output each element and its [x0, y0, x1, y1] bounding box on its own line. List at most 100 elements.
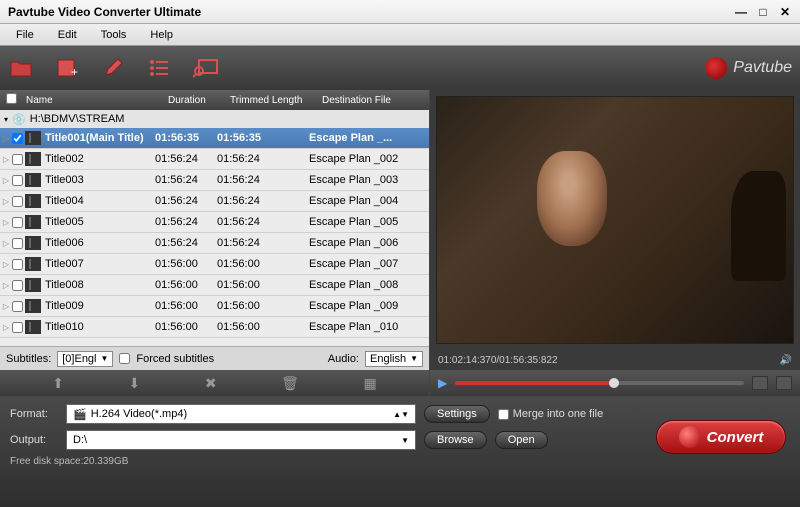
- expand-icon[interactable]: ▷: [0, 302, 12, 311]
- row-destination: Escape Plan _002: [309, 153, 429, 165]
- select-all-checkbox[interactable]: [6, 93, 17, 104]
- row-checkbox[interactable]: [12, 301, 23, 312]
- video-preview[interactable]: [436, 96, 794, 344]
- menu-bar: File Edit Tools Help: [0, 24, 800, 46]
- list-icon[interactable]: [146, 56, 174, 80]
- row-name: Title006: [43, 237, 155, 249]
- convert-button[interactable]: Convert: [656, 420, 786, 454]
- table-row[interactable]: ▷Title00301:56:2401:56:24Escape Plan _00…: [0, 170, 429, 191]
- table-row[interactable]: ▷Title00901:56:0001:56:00Escape Plan _00…: [0, 296, 429, 317]
- expand-icon[interactable]: ▷: [0, 239, 12, 248]
- merge-checkbox[interactable]: [498, 409, 509, 420]
- table-row[interactable]: ▷Title01001:56:0001:56:00Escape Plan _01…: [0, 317, 429, 338]
- expand-icon[interactable]: ▷: [0, 323, 12, 332]
- app-title: Pavtube Video Converter Ultimate: [8, 5, 734, 19]
- expand-icon[interactable]: ▾: [4, 115, 8, 124]
- source-path-row[interactable]: ▾ 💿 H:\BDMV\STREAM: [0, 110, 429, 128]
- row-checkbox[interactable]: [12, 133, 23, 144]
- maximize-button[interactable]: □: [756, 5, 770, 19]
- open-folder-icon-small[interactable]: [776, 376, 792, 390]
- trash-icon[interactable]: 🗑: [281, 375, 299, 392]
- row-trimmed: 01:56:24: [217, 174, 309, 186]
- expand-icon[interactable]: ▷: [0, 176, 12, 185]
- row-duration: 01:56:24: [155, 237, 217, 249]
- format-select[interactable]: 🎬H.264 Video(*.mp4)▲▼: [66, 404, 416, 424]
- seek-bar[interactable]: [455, 381, 744, 385]
- video-clip-icon: [25, 131, 41, 145]
- video-clip-icon: [25, 257, 41, 271]
- row-trimmed: 01:56:00: [217, 300, 309, 312]
- remove-icon[interactable]: ✖: [205, 375, 217, 392]
- col-duration[interactable]: Duration: [168, 95, 230, 106]
- audio-select[interactable]: English▼: [365, 351, 423, 367]
- table-row[interactable]: ▷Title00401:56:2401:56:24Escape Plan _00…: [0, 191, 429, 212]
- add-video-icon[interactable]: +: [54, 56, 82, 80]
- snapshot-icon[interactable]: [752, 376, 768, 390]
- row-destination: Escape Plan _008: [309, 279, 429, 291]
- menu-edit[interactable]: Edit: [46, 26, 89, 44]
- row-checkbox[interactable]: [12, 154, 23, 165]
- edit-pencil-icon[interactable]: [100, 56, 128, 80]
- col-destination[interactable]: Destination File: [322, 95, 429, 106]
- row-destination: Escape Plan _...: [309, 132, 429, 144]
- col-trimmed[interactable]: Trimmed Length: [230, 95, 322, 106]
- table-row[interactable]: ▷Title001(Main Title)01:56:3501:56:35Esc…: [0, 128, 429, 149]
- table-row[interactable]: ▷Title00201:56:2401:56:24Escape Plan _00…: [0, 149, 429, 170]
- browse-button[interactable]: Browse: [424, 431, 487, 449]
- row-duration: 01:56:00: [155, 258, 217, 270]
- video-clip-icon: [25, 152, 41, 166]
- row-duration: 01:56:24: [155, 216, 217, 228]
- minimize-button[interactable]: —: [734, 5, 748, 19]
- table-row[interactable]: ▷Title00601:56:2401:56:24Escape Plan _00…: [0, 233, 429, 254]
- subtitle-audio-bar: Subtitles: [0]Engl▼ Forced subtitles Aud…: [0, 346, 429, 370]
- menu-tools[interactable]: Tools: [89, 26, 139, 44]
- output-field[interactable]: D:\▼: [66, 430, 416, 450]
- row-checkbox[interactable]: [12, 280, 23, 291]
- subtitles-select[interactable]: [0]Engl▼: [57, 351, 113, 367]
- expand-icon[interactable]: ▷: [0, 218, 12, 227]
- row-trimmed: 01:56:00: [217, 321, 309, 333]
- playback-time: 01:02:14:370/01:56:35:822: [438, 355, 558, 366]
- row-checkbox[interactable]: [12, 217, 23, 228]
- open-folder-icon[interactable]: [8, 56, 36, 80]
- source-path: H:\BDMV\STREAM: [30, 113, 125, 125]
- file-list-panel: Name Duration Trimmed Length Destination…: [0, 90, 430, 396]
- row-checkbox[interactable]: [12, 175, 23, 186]
- forced-subtitles-checkbox[interactable]: [119, 353, 130, 364]
- expand-icon[interactable]: ▷: [0, 155, 12, 164]
- video-clip-icon: [25, 194, 41, 208]
- table-row[interactable]: ▷Title00701:56:0001:56:00Escape Plan _00…: [0, 254, 429, 275]
- row-name: Title005: [43, 216, 155, 228]
- move-down-icon[interactable]: ⬇: [129, 375, 141, 392]
- row-name: Title009: [43, 300, 155, 312]
- row-name: Title003: [43, 174, 155, 186]
- row-duration: 01:56:24: [155, 195, 217, 207]
- crop-icon[interactable]: ▦: [363, 375, 376, 392]
- open-button[interactable]: Open: [495, 431, 548, 449]
- table-row[interactable]: ▷Title00501:56:2401:56:24Escape Plan _00…: [0, 212, 429, 233]
- row-duration: 01:56:24: [155, 174, 217, 186]
- volume-icon[interactable]: 🔊: [780, 355, 792, 366]
- menu-help[interactable]: Help: [138, 26, 185, 44]
- row-checkbox[interactable]: [12, 259, 23, 270]
- move-up-icon[interactable]: ⬆: [52, 375, 64, 392]
- row-duration: 01:56:00: [155, 300, 217, 312]
- expand-icon[interactable]: ▷: [0, 134, 12, 143]
- settings-button[interactable]: Settings: [424, 405, 490, 423]
- expand-icon[interactable]: ▷: [0, 281, 12, 290]
- screen-search-icon[interactable]: [192, 56, 220, 80]
- table-row[interactable]: ▷Title00801:56:0001:56:00Escape Plan _00…: [0, 275, 429, 296]
- menu-file[interactable]: File: [4, 26, 46, 44]
- close-button[interactable]: ✕: [778, 5, 792, 19]
- row-checkbox[interactable]: [12, 196, 23, 207]
- row-trimmed: 01:56:24: [217, 216, 309, 228]
- output-label: Output:: [10, 434, 58, 446]
- expand-icon[interactable]: ▷: [0, 197, 12, 206]
- expand-icon[interactable]: ▷: [0, 260, 12, 269]
- row-destination: Escape Plan _006: [309, 237, 429, 249]
- col-name[interactable]: Name: [22, 95, 168, 106]
- play-button[interactable]: ▶: [438, 376, 447, 390]
- row-trimmed: 01:56:24: [217, 237, 309, 249]
- row-checkbox[interactable]: [12, 238, 23, 249]
- row-checkbox[interactable]: [12, 322, 23, 333]
